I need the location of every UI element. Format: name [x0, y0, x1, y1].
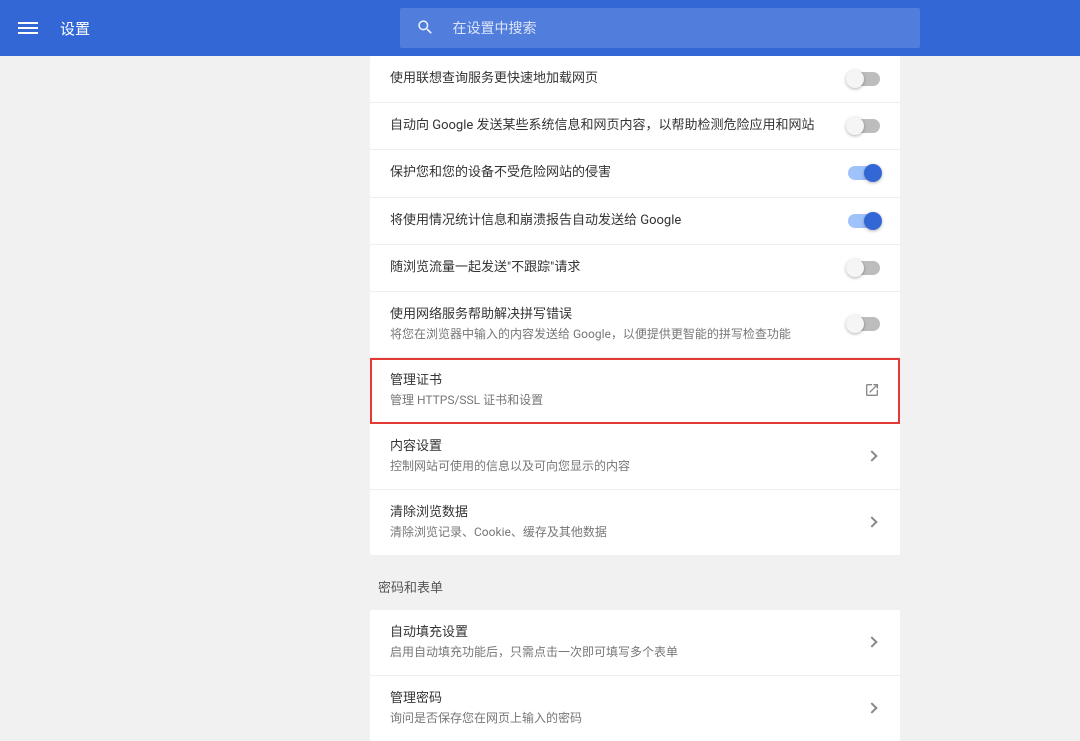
setting-subtitle: 清除浏览记录、Cookie、缓存及其他数据 [390, 524, 868, 541]
setting-title: 将使用情况统计信息和崩溃报告自动发送给 Google [390, 212, 848, 230]
setting-title: 自动向 Google 发送某些系统信息和网页内容，以帮助检测危险应用和网站 [390, 117, 848, 135]
setting-subtitle: 询问是否保存您在网页上输入的密码 [390, 710, 868, 727]
setting-subtitle: 启用自动填充功能后，只需点击一次即可填写多个表单 [390, 644, 868, 661]
manage-certificates-row[interactable]: 管理证书 管理 HTTPS/SSL 证书和设置 [370, 358, 900, 424]
toggle-switch[interactable] [848, 214, 880, 228]
autofill-settings-row[interactable]: 自动填充设置 启用自动填充功能后，只需点击一次即可填写多个表单 [370, 610, 900, 676]
chevron-right-icon [866, 637, 877, 648]
setting-title: 管理密码 [390, 690, 868, 708]
manage-passwords-row[interactable]: 管理密码 询问是否保存您在网页上输入的密码 [370, 676, 900, 741]
toggle-switch[interactable] [848, 317, 880, 331]
usage-stats-row[interactable]: 将使用情况统计信息和崩溃报告自动发送给 Google [370, 198, 900, 245]
passwords-section-label: 密码和表单 [370, 555, 900, 610]
toggle-switch[interactable] [848, 119, 880, 133]
passwords-section-card: 自动填充设置 启用自动填充功能后，只需点击一次即可填写多个表单 管理密码 询问是… [370, 610, 900, 741]
hamburger-menu-icon[interactable] [16, 16, 40, 40]
search-container[interactable] [400, 8, 920, 48]
chevron-right-icon [866, 703, 877, 714]
setting-title: 内容设置 [390, 438, 868, 456]
page-title: 设置 [60, 18, 90, 39]
setting-subtitle: 将您在浏览器中输入的内容发送给 Google，以便提供更智能的拼写检查功能 [390, 326, 848, 343]
toggle-switch[interactable] [848, 72, 880, 86]
setting-title: 清除浏览数据 [390, 504, 868, 522]
safe-browsing-reporting-row[interactable]: 自动向 Google 发送某些系统信息和网页内容，以帮助检测危险应用和网站 [370, 103, 900, 150]
setting-subtitle: 控制网站可使用的信息以及可向您显示的内容 [390, 458, 868, 475]
safe-browsing-row[interactable]: 保护您和您的设备不受危险网站的侵害 [370, 150, 900, 197]
do-not-track-row[interactable]: 随浏览流量一起发送"不跟踪"请求 [370, 245, 900, 292]
setting-title: 使用网络服务帮助解决拼写错误 [390, 306, 848, 324]
toggle-switch[interactable] [848, 166, 880, 180]
chevron-right-icon [866, 451, 877, 462]
privacy-section-card: 使用联想查询服务更快速地加载网页 自动向 Google 发送某些系统信息和网页内… [370, 56, 900, 555]
settings-content: 使用联想查询服务更快速地加载网页 自动向 Google 发送某些系统信息和网页内… [370, 56, 900, 741]
content-settings-row[interactable]: 内容设置 控制网站可使用的信息以及可向您显示的内容 [370, 424, 900, 490]
setting-title: 自动填充设置 [390, 624, 868, 642]
spellcheck-row[interactable]: 使用网络服务帮助解决拼写错误 将您在浏览器中输入的内容发送给 Google，以便… [370, 292, 900, 358]
clear-browsing-data-row[interactable]: 清除浏览数据 清除浏览记录、Cookie、缓存及其他数据 [370, 490, 900, 555]
app-header: 设置 [0, 0, 1080, 56]
setting-title: 保护您和您的设备不受危险网站的侵害 [390, 164, 848, 182]
setting-title: 使用联想查询服务更快速地加载网页 [390, 70, 848, 88]
search-icon [416, 18, 435, 38]
chevron-right-icon [866, 517, 877, 528]
setting-title: 管理证书 [390, 372, 864, 390]
search-input[interactable] [453, 20, 905, 36]
setting-subtitle: 管理 HTTPS/SSL 证书和设置 [390, 392, 864, 409]
prediction-service-row[interactable]: 使用联想查询服务更快速地加载网页 [370, 56, 900, 103]
external-link-icon [864, 382, 880, 398]
setting-title: 随浏览流量一起发送"不跟踪"请求 [390, 259, 848, 277]
toggle-switch[interactable] [848, 261, 880, 275]
